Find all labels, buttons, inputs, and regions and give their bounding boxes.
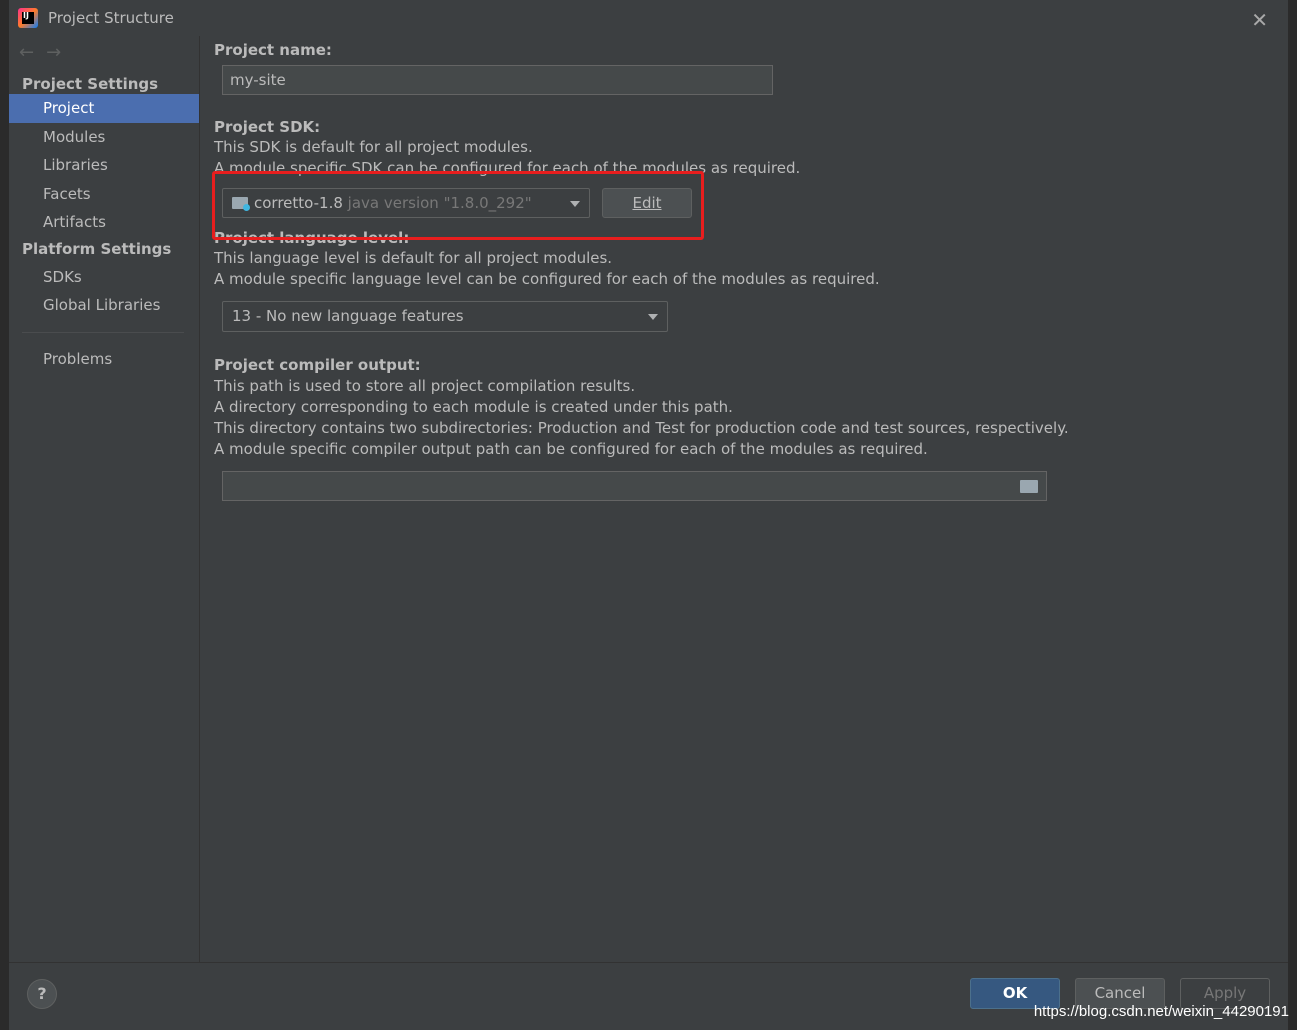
sdk-name: corretto-1.8 [254,194,343,212]
chevron-down-icon [648,314,658,320]
project-settings-panel: Project name: my-site Project SDK: This … [201,36,1288,962]
language-level-desc-2: A module specific language level can be … [214,270,880,288]
folder-icon[interactable] [1020,480,1038,493]
project-structure-dialog: IJ Project Structure ✕ ← → Project Setti… [0,0,1297,1030]
nav-arrows: ← → [9,36,199,68]
sidebar-item-libraries[interactable]: Libraries [9,151,199,180]
background-ide-right [1288,0,1297,1030]
sidebar: ← → Project Settings Project Modules Lib… [9,36,200,962]
sidebar-item-global-libraries[interactable]: Global Libraries [9,291,199,320]
compiler-output-desc-2: A directory corresponding to each module… [214,398,733,416]
back-arrow-icon[interactable]: ← [19,42,34,63]
sidebar-divider [22,331,184,333]
section-platform-settings: Platform Settings [22,239,172,258]
language-level-value: 13 - No new language features [232,307,464,325]
language-level-desc-1: This language level is default for all p… [214,249,613,267]
language-level-label: Project language level: [214,229,410,247]
watermark-text: https://blog.csdn.net/weixin_44290191 [1033,1003,1289,1020]
language-level-dropdown[interactable]: 13 - No new language features [222,301,668,332]
sidebar-item-artifacts[interactable]: Artifacts [9,208,199,237]
title-bar: IJ Project Structure ✕ [9,0,1288,36]
compiler-output-desc-1: This path is used to store all project c… [214,377,636,395]
compiler-output-label: Project compiler output: [214,356,421,374]
intellij-icon: IJ [18,8,38,28]
sdk-version: java version "1.8.0_292" [347,194,532,212]
sidebar-item-problems[interactable]: Problems [9,345,199,374]
project-sdk-label: Project SDK: [214,118,321,136]
sidebar-item-modules[interactable]: Modules [9,123,199,152]
help-button[interactable]: ? [27,979,57,1009]
chevron-down-icon [570,201,580,207]
sidebar-item-facets[interactable]: Facets [9,180,199,209]
compiler-output-input[interactable] [222,471,1047,501]
edit-sdk-button[interactable]: Edit [602,188,692,218]
sidebar-item-sdks[interactable]: SDKs [9,263,199,292]
project-sdk-desc-2: A module specific SDK can be configured … [214,159,801,177]
project-name-input[interactable]: my-site [222,65,773,95]
section-project-settings: Project Settings [22,75,159,93]
project-sdk-desc-1: This SDK is default for all project modu… [214,138,533,156]
project-name-label: Project name: [214,41,332,59]
sdk-folder-icon [232,197,250,211]
sidebar-item-project[interactable]: Project [9,94,199,123]
forward-arrow-icon[interactable]: → [46,42,61,63]
window-title: Project Structure [48,9,174,27]
background-ide-left [0,0,9,1030]
sdk-dropdown[interactable]: corretto-1.8 java version "1.8.0_292" [222,188,590,218]
compiler-output-desc-3: This directory contains two subdirectori… [214,419,1069,437]
close-icon[interactable]: ✕ [1251,8,1268,32]
compiler-output-desc-4: A module specific compiler output path c… [214,440,928,458]
